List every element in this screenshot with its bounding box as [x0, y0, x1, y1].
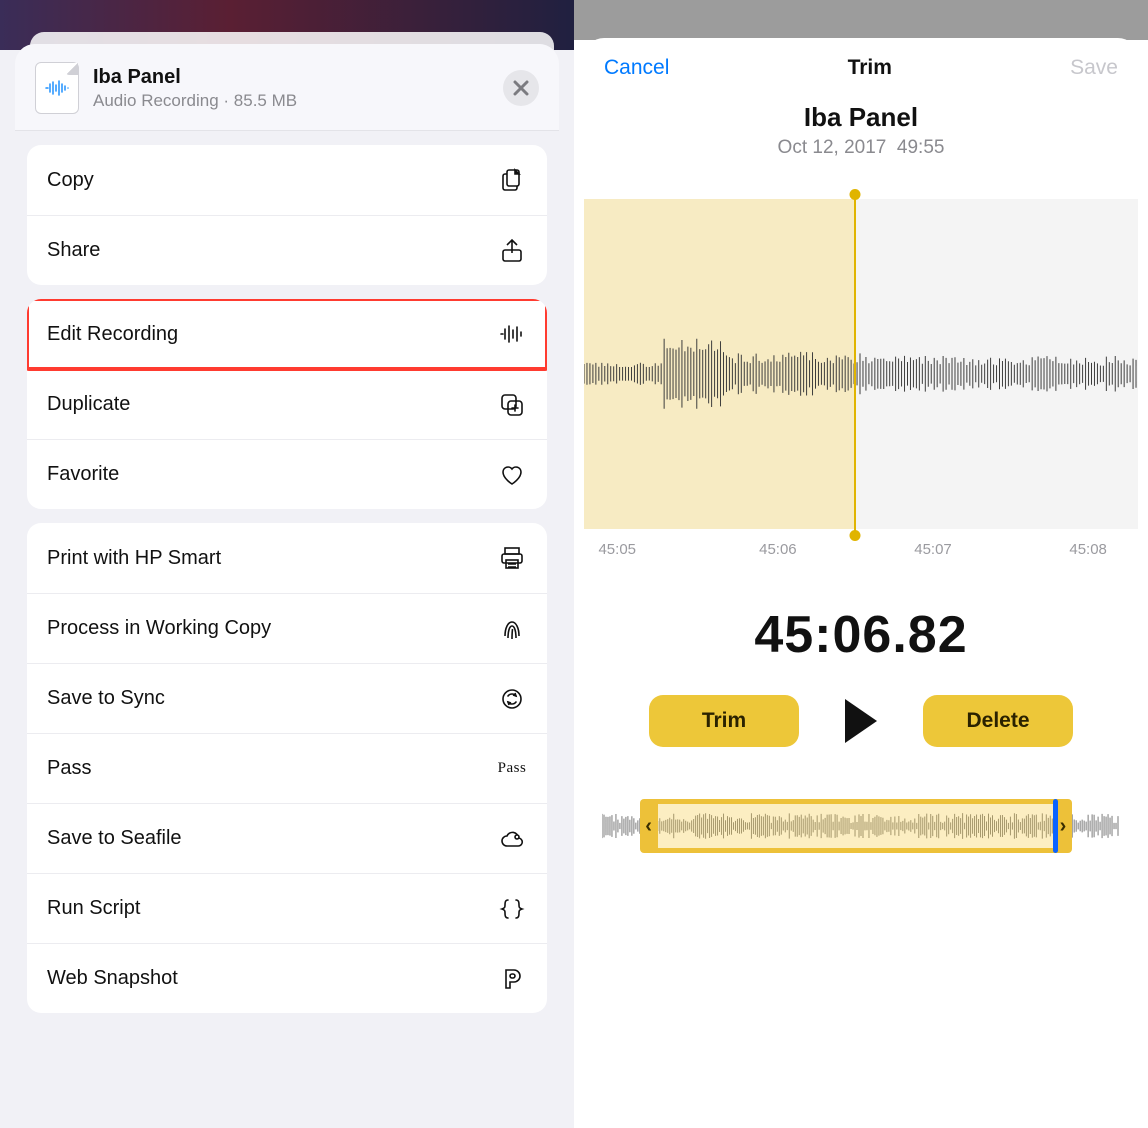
printer-icon [497, 543, 527, 573]
action-process-in-working-copy[interactable]: Process in Working Copy [27, 593, 547, 663]
recording-title: Iba Panel [584, 102, 1138, 133]
trim-navbar: Cancel Trim Save [584, 38, 1138, 88]
scrubber-handle-left[interactable]: ‹ [640, 799, 658, 853]
action-label: Save to Seafile [47, 827, 182, 850]
current-time: 45:06.82 [584, 605, 1138, 665]
action-share[interactable]: Share [27, 215, 547, 285]
save-button[interactable]: Save [1070, 56, 1118, 80]
trim-button[interactable]: Trim [649, 695, 799, 747]
action-copy[interactable]: Copy [27, 145, 547, 215]
action-label: Share [47, 239, 100, 262]
waveform-icon [497, 319, 527, 349]
action-web-snapshot[interactable]: Web Snapshot [27, 943, 547, 1013]
scrubber-bottom-rail [649, 848, 1063, 853]
file-audio-icon [35, 62, 79, 114]
trim-controls: Trim Delete [584, 695, 1138, 747]
share-subtitle: Audio Recording · 85.5 MB [93, 91, 489, 111]
trim-sheet: Cancel Trim Save Iba Panel Oct 12, 2017 … [584, 38, 1138, 1128]
action-duplicate[interactable]: Duplicate [27, 369, 547, 439]
time-tick: 45:06 [759, 541, 797, 558]
action-group: Edit Recording Duplicate Favorite [27, 299, 547, 509]
waveform-icon [584, 339, 1138, 409]
duplicate-icon [497, 390, 527, 420]
close-button[interactable] [503, 70, 539, 106]
close-icon [513, 80, 529, 96]
scrubber[interactable]: ‹ › [602, 797, 1120, 855]
action-label: Process in Working Copy [47, 617, 271, 640]
action-pass[interactable]: Pass Pass [27, 733, 547, 803]
action-label: Edit Recording [47, 323, 178, 346]
p-icon [497, 964, 527, 994]
share-sheet-header: Iba Panel Audio Recording · 85.5 MB [15, 44, 559, 131]
action-edit-recording[interactable]: Edit Recording [27, 299, 547, 369]
action-save-to-seafile[interactable]: Save to Seafile [27, 803, 547, 873]
pass-text-icon: Pass [497, 754, 527, 784]
braces-icon [497, 894, 527, 924]
delete-button[interactable]: Delete [923, 695, 1073, 747]
time-tick: 45:08 [1069, 541, 1107, 558]
play-button[interactable] [845, 699, 877, 743]
action-label: Favorite [47, 463, 119, 486]
time-tick: 45:07 [914, 541, 952, 558]
background-dim [574, 0, 1148, 40]
copy-icon [497, 165, 527, 195]
time-ticks: 45:05 45:06 45:07 45:08 [584, 529, 1138, 571]
scrubber-selection [649, 801, 1063, 851]
action-label: Save to Sync [47, 687, 165, 710]
action-save-to-sync[interactable]: Save to Sync [27, 663, 547, 733]
cloud-icon [497, 824, 527, 854]
share-sheet-pane: Iba Panel Audio Recording · 85.5 MB Copy… [0, 0, 574, 1128]
share-icon [497, 236, 527, 266]
share-sheet: Iba Panel Audio Recording · 85.5 MB Copy… [15, 44, 559, 1128]
time-tick: 45:05 [598, 541, 636, 558]
playhead[interactable] [854, 195, 856, 535]
recording-meta: Oct 12, 2017 49:55 [584, 137, 1138, 159]
share-title: Iba Panel [93, 66, 489, 89]
action-favorite[interactable]: Favorite [27, 439, 547, 509]
scrubber-top-rail [649, 799, 1063, 804]
action-label: Print with HP Smart [47, 547, 221, 570]
action-label: Pass [47, 757, 91, 780]
trim-pane: Cancel Trim Save Iba Panel Oct 12, 2017 … [574, 0, 1148, 1128]
fingerprint-icon [497, 614, 527, 644]
cancel-button[interactable]: Cancel [604, 56, 669, 80]
action-label: Run Script [47, 897, 140, 920]
action-label: Copy [47, 169, 94, 192]
action-label: Duplicate [47, 393, 130, 416]
waveform-area[interactable]: 45:05 45:06 45:07 45:08 [584, 199, 1138, 571]
action-group: Print with HP Smart Process in Working Co… [27, 523, 547, 1013]
action-group: Copy Share [27, 145, 547, 285]
heart-icon [497, 460, 527, 490]
action-label: Web Snapshot [47, 967, 178, 990]
sync-icon [497, 684, 527, 714]
scrubber-cursor[interactable] [1053, 799, 1058, 853]
nav-title: Trim [848, 56, 892, 80]
action-run-script[interactable]: Run Script [27, 873, 547, 943]
action-print-with-hp-smart[interactable]: Print with HP Smart [27, 523, 547, 593]
